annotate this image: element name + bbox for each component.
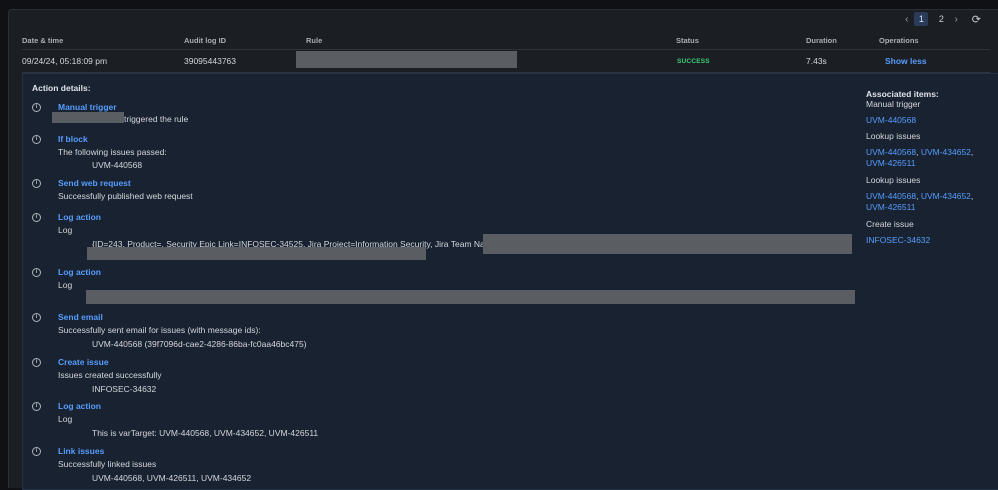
action-line: Log [58,225,73,235]
table-row[interactable]: 09/24/24, 05:18:09 pm 39095443763 SUCCES… [22,50,990,73]
assoc-link[interactable]: UVM-440568 [866,191,916,201]
action-title[interactable]: If block [58,134,88,144]
refresh-icon[interactable]: ⟳ [972,13,981,26]
assoc-label: Manual trigger [866,99,921,109]
col-operations: Operations [879,36,919,45]
action-line: Log [58,414,73,424]
assoc-links: UVM-440568 [866,115,996,125]
action-detail: This is varTarget: UVM-440568, UVM-43465… [92,428,319,438]
page-1-button[interactable]: 1 [914,12,929,26]
action-detail: UVM-440568, UVM-426511, UVM-434652 [92,473,252,483]
info-icon: i [32,268,41,277]
assoc-label: Create issue [866,219,914,229]
action-title[interactable]: Send email [58,312,103,322]
action-title[interactable]: Log action [58,401,101,411]
info-icon: i [32,213,41,222]
redacted-log-value [86,290,855,304]
action-title[interactable]: Log action [58,212,101,222]
assoc-link[interactable]: INFOSEC-34632 [866,235,930,245]
row-audit-id: 39095443763 [184,56,237,66]
chevron-right-icon[interactable]: › [954,14,957,25]
action-line: Log [58,280,73,290]
action-title[interactable]: Log action [58,267,101,277]
assoc-link[interactable]: UVM-426511 [866,202,915,212]
col-duration: Duration [806,36,837,45]
assoc-label: Lookup issues [866,131,921,141]
assoc-label: Lookup issues [866,175,921,185]
action-title[interactable]: Link issues [58,446,104,456]
redacted-rule [296,51,517,68]
assoc-link[interactable]: UVM-440568 [866,115,916,125]
action-detail: UVM-440568 [92,160,143,170]
action-line: Successfully linked issues [58,459,157,469]
info-icon: i [32,179,41,188]
assoc-links: UVM-440568, UVM-434652, UVM-426511 [866,147,974,168]
assoc-links: UVM-440568, UVM-434652, UVM-426511 [866,191,974,212]
action-line: triggered the rule [124,114,189,124]
action-line: Issues created successfully [58,370,162,380]
info-icon: i [32,135,41,144]
action-title[interactable]: Send web request [58,178,131,188]
row-duration: 7.43s [806,56,827,66]
action-title[interactable]: Create issue [58,357,109,367]
action-details-title: Action details: [32,83,91,93]
associated-items: Associated items: Manual trigger UVM-440… [866,89,996,245]
redacted-user [52,112,124,123]
assoc-links: INFOSEC-34632 [866,235,996,245]
pagination: ‹ 1 2 › ⟳ [905,10,981,28]
col-datetime: Date & time [22,36,64,45]
redacted-log-value [483,234,852,254]
action-line: Successfully sent email for issues (with… [58,325,261,335]
info-icon: i [32,447,41,456]
audit-log-panel: ‹ 1 2 › ⟳ Date & time Audit log ID Rule … [8,9,998,490]
redacted-log-value [87,247,426,260]
assoc-link[interactable]: UVM-440568 [866,147,916,157]
assoc-link[interactable]: UVM-426511 [866,158,915,168]
action-line: The following issues passed: [58,147,167,157]
row-datetime: 09/24/24, 05:18:09 pm [22,56,108,66]
info-icon: i [32,103,41,112]
page-2-button[interactable]: 2 [934,12,948,26]
col-status: Status [676,36,699,45]
col-rule: Rule [306,36,323,45]
action-detail: UVM-440568 (39f7096d-cae2-4286-86ba-fc0a… [92,339,307,349]
chevron-left-icon[interactable]: ‹ [905,14,908,25]
show-less-link[interactable]: Show less [885,56,927,66]
info-icon: i [32,402,41,411]
action-line: Successfully published web request [58,191,193,201]
info-icon: i [32,358,41,367]
assoc-link[interactable]: UVM-434652 [921,191,971,201]
assoc-link[interactable]: UVM-434652 [921,147,971,157]
col-audit-id: Audit log ID [184,36,227,45]
status-badge: SUCCESS [677,58,710,65]
action-detail: INFOSEC-34632 [92,384,157,394]
action-title[interactable]: Manual trigger [58,102,117,112]
info-icon: i [32,313,41,322]
associated-items-title: Associated items: [866,89,939,99]
action-details: Action details: i Manual trigger trigger… [22,73,998,490]
table-header: Date & time Audit log ID Rule Status Dur… [22,32,990,50]
